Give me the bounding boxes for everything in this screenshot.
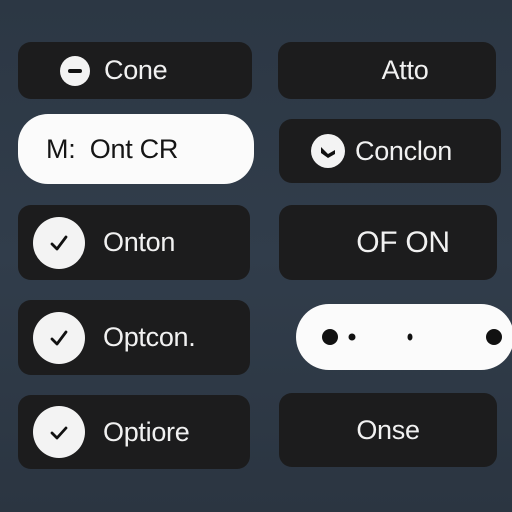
option-button-conclon[interactable]: Conclon	[279, 119, 501, 183]
option-button-atto[interactable]: Atto	[278, 42, 496, 99]
option-button-onton[interactable]: Onton	[18, 205, 250, 280]
option-label: Cone	[104, 55, 168, 85]
option-button-cone[interactable]: Cone	[18, 42, 252, 99]
option-label: Optcon.	[103, 322, 196, 352]
option-button-ont-cr[interactable]: M: Ont CR	[18, 114, 254, 184]
minus-icon	[60, 55, 90, 86]
option-label: Conclon	[355, 135, 452, 166]
checkmark-icon	[33, 311, 85, 364]
chevron-icon	[311, 134, 345, 168]
options-panel: Cone Atto M: Ont CR Conclon Onton OF ON	[0, 0, 512, 512]
option-label: Onse	[356, 414, 420, 445]
option-label: Optiore	[103, 416, 190, 447]
option-button-of-on[interactable]: OF ON	[279, 205, 497, 280]
slider-dot	[407, 333, 413, 341]
option-label: Onton	[103, 227, 176, 257]
slider-dot	[322, 329, 338, 345]
option-button-optiore[interactable]: Optiore	[18, 395, 250, 469]
slider-dot	[348, 333, 356, 341]
checkmark-icon	[33, 406, 85, 458]
option-button-optcon[interactable]: Optcon.	[18, 300, 250, 375]
option-label: M: Ont CR	[46, 133, 179, 164]
slider-dot	[486, 329, 502, 345]
checkmark-icon	[33, 216, 85, 269]
option-button-onse[interactable]: Onse	[279, 393, 497, 467]
option-label: Atto	[381, 55, 429, 85]
option-label: OF ON	[356, 225, 450, 259]
option-pill-slider[interactable]	[296, 304, 512, 370]
